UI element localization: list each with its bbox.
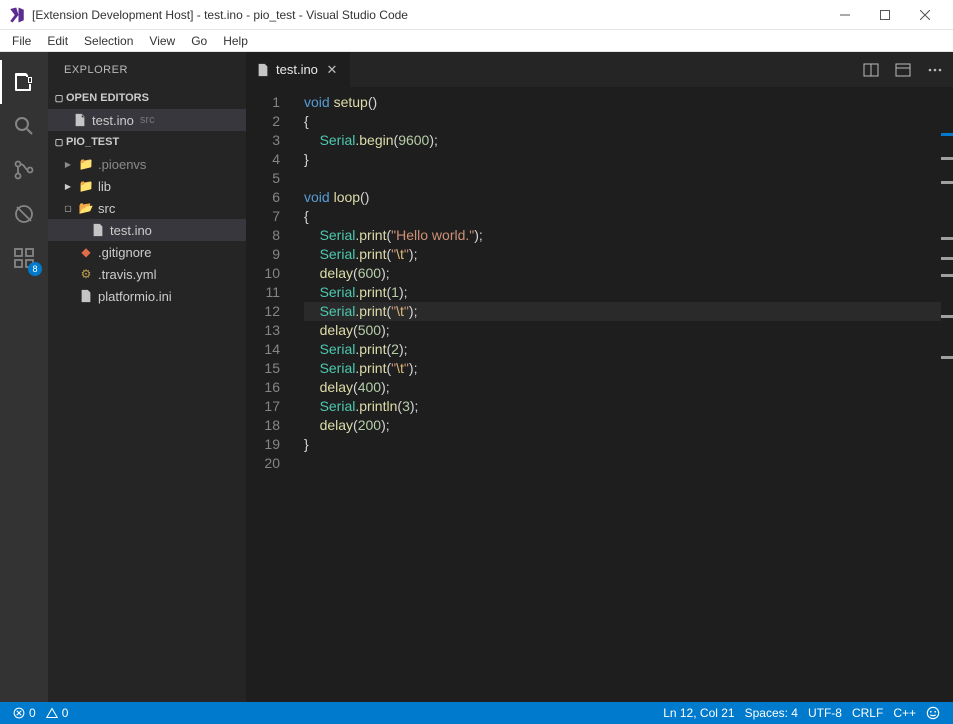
travis-icon: ⚙ [78,266,94,282]
activity-bar: 8 [0,52,48,702]
open-editors-header[interactable]: ▢ OPEN EDITORS [48,87,246,109]
code-content[interactable]: void setup(){ Serial.begin(9600);}void l… [292,87,953,702]
chevron-right-icon: ▶ [62,182,74,191]
menu-go[interactable]: Go [183,32,215,50]
line-gutter: 1234567891011121314151617181920 [246,87,292,702]
window-titlebar: [Extension Development Host] - test.ino … [0,0,953,30]
chevron-right-icon: ▶ [62,160,74,169]
activity-scm[interactable] [0,148,48,192]
tab-testino[interactable]: test.ino ✕ [246,52,351,87]
close-icon[interactable]: ✕ [324,62,340,78]
project-header[interactable]: ▢ PIO_TEST [48,131,246,153]
file-icon [72,112,88,128]
status-eol[interactable]: CRLF [847,702,888,724]
status-indent[interactable]: Spaces: 4 [740,702,803,724]
chevron-down-icon: ▢ [52,137,66,148]
status-cursor[interactable]: Ln 12, Col 21 [658,702,739,724]
menu-selection[interactable]: Selection [76,32,141,50]
extensions-badge: 8 [28,262,42,276]
menu-help[interactable]: Help [215,32,256,50]
tree-file-gitignore[interactable]: ◆ .gitignore [48,241,246,263]
open-editors-label: OPEN EDITORS [66,92,149,104]
folder-icon: 📁 [78,156,94,172]
editor-layout-button[interactable] [891,58,915,82]
activity-search[interactable] [0,104,48,148]
file-icon [256,63,270,77]
status-feedback[interactable] [921,702,945,724]
activity-debug[interactable] [0,192,48,236]
folder-icon: 📁 [78,178,94,194]
tab-label: test.ino [276,62,318,77]
tree-file-platformio[interactable]: platformio.ini [48,285,246,307]
code-editor[interactable]: 1234567891011121314151617181920 void set… [246,87,953,702]
window-controls [825,1,945,29]
chevron-down-icon: ▢ [52,93,66,104]
folder-open-icon: 📂 [78,200,94,216]
minimize-button[interactable] [825,1,865,29]
status-encoding[interactable]: UTF-8 [803,702,847,724]
status-language[interactable]: C++ [888,702,921,724]
menubar: FileEditSelectionViewGoHelp [0,30,953,52]
chevron-down-icon: ▢ [62,204,74,213]
editor-tabs: test.ino ✕ [246,52,953,87]
open-editor-item[interactable]: test.ino src [48,109,246,131]
tree-folder-lib[interactable]: ▶ 📁 lib [48,175,246,197]
close-button[interactable] [905,1,945,29]
status-warnings[interactable]: 0 [41,702,74,724]
sidebar-explorer: EXPLORER ▢ OPEN EDITORS test.ino src ▢ P… [48,52,246,702]
tree-file-travis[interactable]: ⚙ .travis.yml [48,263,246,285]
project-label: PIO_TEST [66,136,119,148]
statusbar: 0 0 Ln 12, Col 21 Spaces: 4 UTF-8 CRLF C… [0,702,953,724]
menu-view[interactable]: View [141,32,183,50]
open-editor-name: test.ino [92,113,134,128]
open-editor-desc: src [140,114,155,126]
tree-folder-pioenvs[interactable]: ▶ 📁 .pioenvs [48,153,246,175]
status-errors[interactable]: 0 [8,702,41,724]
vscode-logo-icon [8,6,26,24]
menu-edit[interactable]: Edit [39,32,76,50]
scrollbar-track[interactable] [941,87,953,702]
activity-explorer[interactable] [0,60,48,104]
split-editor-button[interactable] [859,58,883,82]
activity-extensions[interactable]: 8 [0,236,48,280]
overview-mark [941,133,953,136]
sidebar-title: EXPLORER [48,52,246,87]
file-icon [90,222,106,238]
tree-file-testino[interactable]: test.ino [48,219,246,241]
maximize-button[interactable] [865,1,905,29]
overview-mark [941,157,953,160]
editor-area: test.ino ✕ 12345678910111213141516171819… [246,52,953,702]
git-icon: ◆ [78,244,94,260]
window-title: [Extension Development Host] - test.ino … [32,8,825,22]
tree-folder-src[interactable]: ▢ 📂 src [48,197,246,219]
file-icon [78,288,94,304]
menu-file[interactable]: File [4,32,39,50]
more-actions-button[interactable] [923,58,947,82]
